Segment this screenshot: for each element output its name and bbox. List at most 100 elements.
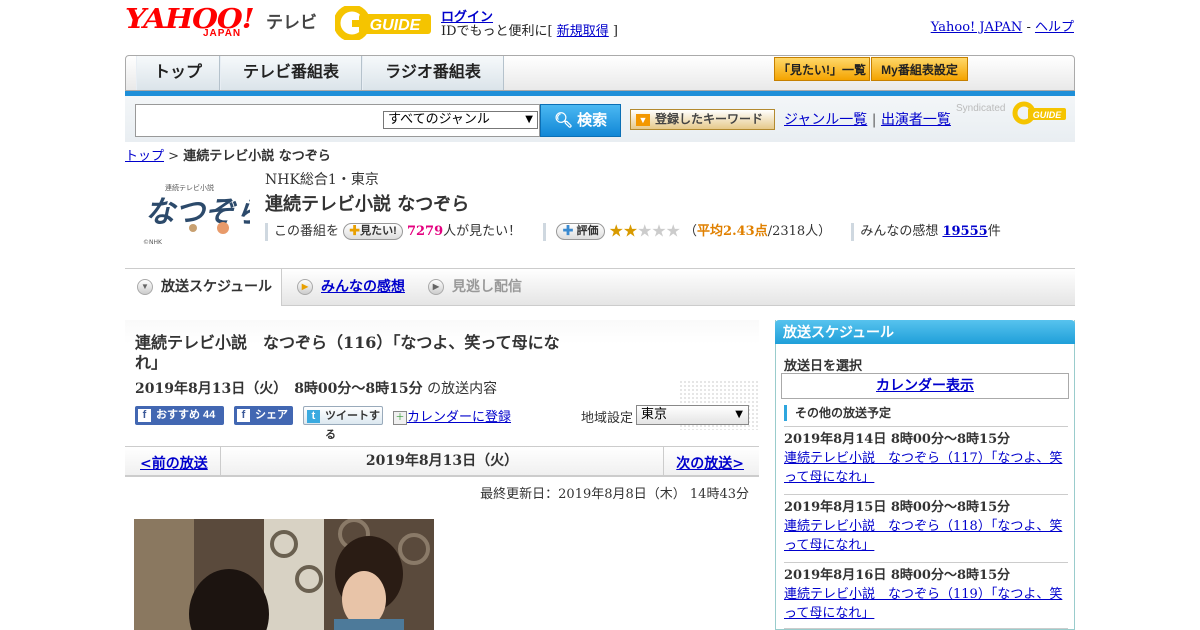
link-divider: | (867, 112, 881, 128)
pick-date-label: 放送日を選択 (784, 359, 863, 374)
magnifier-icon: 🔍︎ (553, 112, 573, 129)
dropdown-triangle-icon: ▼ (636, 114, 650, 126)
breadcrumb-current: 連続テレビ小説 なつぞら (183, 149, 331, 164)
saved-keywords-button[interactable]: ▼ 登録したキーワード (630, 109, 775, 130)
sidebar-heading: 放送スケジュール (775, 320, 1075, 344)
plus-icon: ✚ (349, 225, 361, 237)
genre-list-link[interactable]: ジャンル一覧 (784, 112, 867, 128)
main-nav: トップ テレビ番組表 ラジオ番組表 「見たい!」一覧 My番組表設定 (125, 55, 1075, 91)
tab-label: 見逃し配信 (452, 278, 522, 294)
play-arrow-icon: ▶ (428, 279, 444, 295)
facebook-recommend-button[interactable]: f おすすめ 44 (135, 406, 224, 425)
broadcast-link[interactable]: 連続テレビ小説 なつぞら（119）「なつよ、笑って母になれ」 (784, 585, 1068, 623)
episode-date-time: 2019年8月13日（火） 8時00分～8時15分 (135, 381, 423, 397)
calendar-icon: ＋ (393, 410, 407, 425)
tab-reviews[interactable]: ▶ みんなの感想 (285, 269, 405, 305)
rate-button[interactable]: ✚ 評価 (556, 223, 605, 240)
next-broadcast-link[interactable]: 次の放送> (676, 453, 744, 473)
signup-link[interactable]: 新規取得 (557, 24, 609, 39)
plus-icon: ✚ (562, 225, 574, 237)
tab-label: 放送スケジュール (161, 278, 273, 294)
episode-date-suffix: の放送内容 (427, 381, 498, 397)
tweet-button[interactable]: t ツイートする (303, 406, 383, 441)
svg-text:なつぞら: なつぞら (145, 195, 250, 230)
rating-stars: ★★★★★ (608, 221, 681, 242)
list-item: 2019年8月15日 8時00分～8時15分 連続テレビ小説 なつぞら（118）… (784, 494, 1068, 555)
rate-button-label: 評価 (576, 225, 599, 237)
genre-select-value: すべてのジャンル (388, 112, 490, 127)
yahoo-japan-logo-text: JAPAN (203, 28, 242, 39)
syndicated-label: Syndicated (956, 103, 1006, 114)
cast-list-link[interactable]: 出演者一覧 (881, 112, 951, 128)
tab-broadcast-schedule[interactable]: ▼ 放送スケジュール (125, 269, 282, 306)
broadcast-link[interactable]: 連続テレビ小説 なつぞら（117）「なつよ、笑って母になれ」 (784, 449, 1068, 487)
gguide-logo[interactable]: GUIDE (335, 6, 433, 40)
episode-info: 連続テレビ小説 なつぞら（116）「なつよ、笑って母になれ」 2019年8月13… (125, 320, 759, 441)
share-row: f おすすめ 44 f シェア t ツイートする ＋カレンダーに登録 地域設定 東京 ▼ (135, 405, 755, 441)
divider-bar (851, 222, 855, 241)
my-schedule-settings-button[interactable]: My番組表設定 (871, 57, 968, 81)
help-link[interactable]: ヘルプ (1035, 20, 1074, 35)
facebook-icon: f (237, 409, 250, 422)
facebook-icon: f (138, 409, 151, 422)
login-sub-suffix: ] (608, 24, 618, 39)
login-subtext: IDでもっと便利に[ 新規取得 ] (441, 20, 618, 39)
episode-pager: <前の放送 2019年8月13日（火） 次の放送> (125, 446, 759, 477)
breadcrumb-top-link[interactable]: トップ (125, 149, 164, 164)
genre-select[interactable]: すべてのジャンル ▼ (383, 111, 538, 129)
broadcast-date: 2019年8月15日 8時00分～8時15分 (784, 500, 1011, 515)
previous-broadcast-link[interactable]: <前の放送 (140, 453, 208, 473)
other-broadcasts-heading: その他の放送予定 (784, 405, 891, 421)
header-separator: - (1022, 20, 1035, 35)
facebook-share-button[interactable]: f シェア (234, 406, 293, 425)
program-stats: この番組を ✚見たい! 7279人が見たい！ ✚ 評価 ★★★★★ （平均2.4… (265, 220, 1025, 242)
divider-bar (543, 222, 547, 241)
tab-tv-schedule[interactable]: テレビ番組表 (220, 56, 362, 90)
channel-name: NHK総合1・東京 (265, 172, 379, 188)
broadcast-link[interactable]: 連続テレビ小説 なつぞら（118）「なつよ、笑って母になれ」 (784, 517, 1068, 555)
watchlist-button[interactable]: 「見たい!」一覧 (774, 57, 870, 81)
list-item: 2019年8月14日 8時00分～8時15分 連続テレビ小説 なつぞら（117）… (784, 426, 1068, 487)
yahoo-japan-link[interactable]: Yahoo! JAPAN (931, 20, 1023, 35)
program-subtabs: ▼ 放送スケジュール ▶ みんなの感想 ▶ 見逃し配信 (125, 268, 1075, 306)
rating-average: 平均2.43点 (697, 224, 768, 239)
facebook-recommend-label: おすすめ 44 (156, 409, 216, 421)
search-button[interactable]: 🔍︎ 検索 (540, 104, 621, 137)
calendar-view-button[interactable]: カレンダー表示 (781, 373, 1069, 399)
select-arrow-icon: ▼ (735, 409, 743, 420)
broadcast-date: 2019年8月16日 8時00分～8時15分 (784, 568, 1011, 583)
program-thumbnail: 連続テレビ小説 なつぞら ©NHK (135, 170, 250, 248)
episode-photo (134, 519, 434, 630)
svg-text:GUIDE: GUIDE (370, 17, 422, 34)
watch-prefix: この番組を (274, 224, 340, 239)
list-item: 2019年8月16日 8時00分～8時15分 連続テレビ小説 なつぞら（119）… (784, 562, 1068, 623)
tweet-label: ツイートする (325, 410, 380, 441)
tv-logo-text[interactable]: テレビ (266, 8, 317, 33)
region-select-value: 東京 (641, 407, 668, 422)
impressions-count-link[interactable]: 19555 (942, 224, 987, 239)
episode-date: 2019年8月13日（火） 8時00分～8時15分 の放送内容 (135, 378, 497, 398)
impressions-suffix: 件 (987, 224, 1001, 239)
want-to-watch-label: 見たい! (360, 225, 397, 237)
tab-radio-schedule[interactable]: ラジオ番組表 (362, 56, 504, 90)
search-bar: すべてのジャンル ▼ 🔍︎ 検索 ▼ 登録したキーワード ジャンル一覧 | 出演者一… (125, 96, 1075, 142)
gguide-syndicated-logo: GUIDE (1012, 101, 1066, 125)
episode-title: 連続テレビ小説 なつぞら（116）「なつよ、笑って母になれ」 (135, 333, 560, 372)
breadcrumb: トップ > 連続テレビ小説 なつぞら (125, 145, 331, 164)
pager-current-date: 2019年8月13日（火） (220, 447, 664, 476)
want-to-watch-button[interactable]: ✚見たい! (343, 223, 403, 240)
watch-count: 7279 (406, 224, 444, 239)
svg-text:GUIDE: GUIDE (1033, 110, 1063, 120)
saved-keywords-label: 登録したキーワード (655, 112, 764, 126)
divider-bar (265, 222, 268, 241)
breadcrumb-separator: > (164, 149, 184, 164)
region-select[interactable]: 東京 ▼ (636, 405, 749, 425)
calendar-register[interactable]: ＋カレンダーに登録 (393, 406, 511, 425)
play-arrow-icon: ▶ (297, 279, 313, 295)
rating-open-paren: （ (684, 224, 698, 239)
tab-top[interactable]: トップ (136, 56, 220, 90)
program-title: 連続テレビ小説 なつぞら (265, 194, 470, 215)
tab-catchup-streaming[interactable]: ▶ 見逃し配信 (416, 269, 522, 305)
broadcast-date: 2019年8月14日 8時00分～8時15分 (784, 432, 1011, 447)
calendar-register-link[interactable]: カレンダーに登録 (407, 410, 511, 425)
